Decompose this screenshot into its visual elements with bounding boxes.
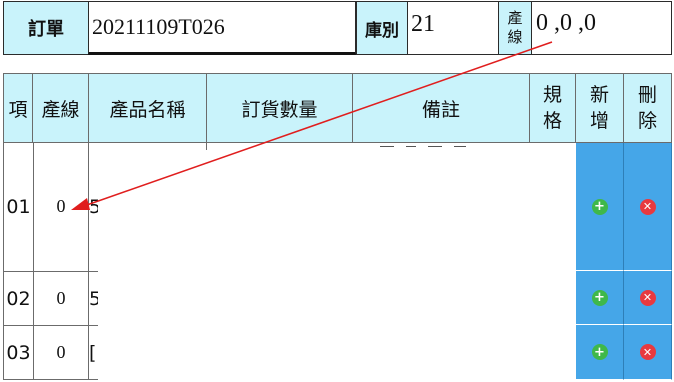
col-add-bottom: 增 — [589, 110, 609, 132]
plus-circle-icon[interactable]: + — [591, 198, 608, 215]
row-line-value: 0 — [34, 326, 88, 379]
warehouse-label: 庫別 — [356, 1, 408, 55]
order-label-text: 訂單 — [28, 19, 64, 40]
table-row: 01 — [4, 143, 33, 271]
delete-row-button-cell[interactable]: ✕ — [624, 143, 672, 271]
row-item-number: 03 — [6, 341, 31, 364]
delete-row-button-cell[interactable]: ✕ — [624, 271, 672, 325]
x-circle-icon[interactable]: ✕ — [639, 289, 656, 306]
warehouse-label-text: 庫別 — [365, 20, 399, 41]
col-header-remarks: 備註 — [353, 74, 530, 143]
col-spec-top: 規 — [542, 84, 562, 106]
delete-row-button-cell[interactable]: ✕ — [624, 325, 672, 380]
col-header-spec: 規 格 — [530, 74, 576, 143]
row-line-value: 0 — [34, 272, 88, 325]
col-item-text: 項 — [8, 98, 28, 121]
add-row-button-cell[interactable]: + — [576, 271, 624, 325]
col-delete-top: 刪 — [637, 84, 657, 106]
line-label-top: 產 — [507, 9, 523, 27]
row-item-number: 02 — [6, 287, 31, 310]
col-remarks-text: 備註 — [421, 98, 460, 121]
col-header-line: 產線 — [33, 74, 89, 143]
warehouse-field[interactable]: 21 — [407, 1, 499, 55]
line-value: 0 ,0 ,0 — [536, 9, 596, 36]
order-number-field[interactable]: 20211109T026 — [88, 1, 356, 55]
row-line-text: 0 — [56, 288, 66, 308]
line-label-bottom: 線 — [507, 28, 523, 46]
col-delete-bottom: 除 — [637, 110, 657, 132]
line-label: 產 線 — [498, 1, 532, 55]
col-line-text: 產線 — [41, 98, 80, 121]
plus-circle-icon[interactable]: + — [591, 289, 608, 306]
row-product-text: [ — [89, 341, 97, 364]
x-circle-icon[interactable]: ✕ — [639, 198, 656, 215]
line-field[interactable]: 0 ,0 ,0 — [531, 1, 672, 55]
col-spec-bottom: 格 — [542, 110, 562, 132]
add-row-button-cell[interactable]: + — [576, 143, 624, 271]
redaction-mask — [98, 150, 576, 382]
col-order-qty-text: 訂貨數量 — [241, 98, 318, 121]
add-row-button-cell[interactable]: + — [576, 325, 624, 380]
col-header-product-name: 產品名稱 — [89, 74, 207, 143]
row-line-text: 0 — [56, 342, 66, 362]
row-item-number: 01 — [6, 196, 31, 218]
col-header-item: 項 — [4, 74, 33, 143]
x-circle-icon[interactable]: ✕ — [639, 344, 656, 360]
table-row: 02 — [4, 272, 33, 325]
order-label: 訂單 — [3, 1, 89, 55]
row-line-value: 0 — [34, 143, 88, 271]
order-number-value: 20211109T026 — [92, 14, 225, 39]
col-header-delete: 刪 除 — [624, 74, 672, 143]
text-remnant — [380, 146, 470, 150]
col-header-order-qty: 訂貨數量 — [207, 74, 353, 143]
row-line-text: 0 — [56, 195, 66, 216]
col-add-top: 新 — [589, 84, 609, 106]
warehouse-value: 21 — [411, 10, 435, 37]
table-row: 03 — [4, 326, 33, 379]
col-header-add: 新 增 — [576, 74, 624, 143]
col-product-name-text: 產品名稱 — [109, 98, 186, 121]
plus-circle-icon[interactable]: + — [591, 344, 608, 360]
